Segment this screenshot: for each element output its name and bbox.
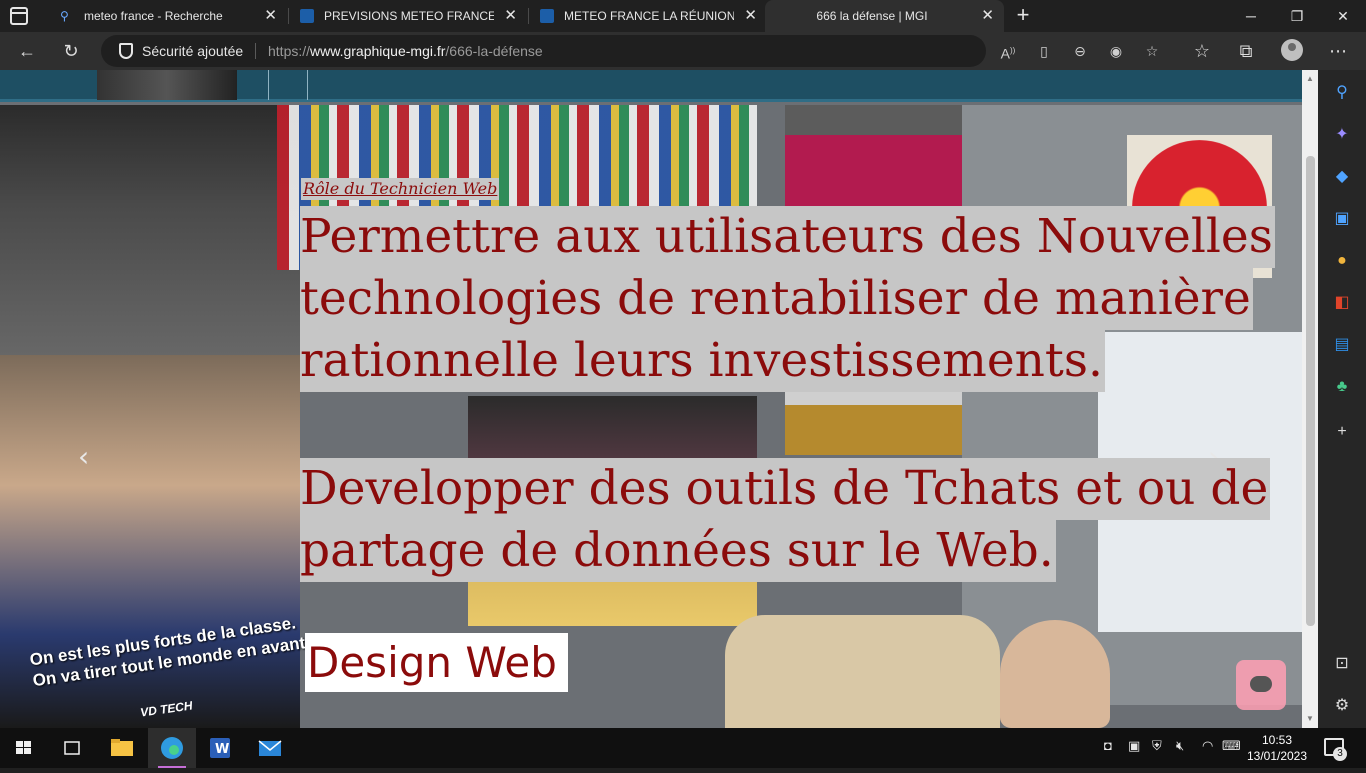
basket-photo	[725, 615, 1000, 728]
task-view-icon[interactable]	[48, 728, 96, 768]
word-icon[interactable]: W	[196, 728, 244, 768]
security-label[interactable]: Sécurité ajoutée	[142, 35, 243, 67]
drop-tree-icon[interactable]: ♣	[1330, 375, 1354, 399]
heading-tools: Developper des outils de Tchats et ou de…	[300, 458, 1271, 582]
clock-date: 13/01/2023	[1246, 749, 1308, 763]
volume-muted-icon[interactable]: 🔇︎	[1176, 738, 1184, 754]
meet-now-icon[interactable]: ◘	[1104, 738, 1112, 753]
scroll-up-icon[interactable]: ▲	[1305, 74, 1315, 83]
url-path: /666-la-défense	[445, 43, 543, 59]
heading-line: Developper des outils de Tchats et ou de	[300, 458, 1271, 520]
tab-title: meteo france - Recherche	[84, 9, 223, 23]
site-favicon-icon	[300, 9, 314, 23]
wifi-icon[interactable]: ◠	[1202, 738, 1213, 754]
browser-toolbar: ← ↻ Sécurité ajoutée https://www.graphiq…	[0, 32, 1366, 70]
system-clock[interactable]: 10:53 13/01/2023	[1232, 732, 1322, 764]
screen-capture-icon[interactable]: ▣	[1128, 738, 1140, 754]
heading-line: Permettre aux utilisateurs des Nouvelles	[300, 206, 1275, 268]
heading-line: technologies de rentabiliser de manière	[300, 268, 1253, 330]
favorites-icon[interactable]: ☆	[1189, 39, 1215, 63]
web-page: On est les plus forts de la classe. On v…	[0, 70, 1302, 728]
immersive-reader-icon[interactable]: ▯	[1033, 40, 1055, 62]
tab-bar: ⚲ meteo france - Recherche ✕ PREVISIONS …	[0, 0, 1366, 32]
task-view-glyph	[64, 741, 80, 755]
folder-icon	[111, 739, 133, 756]
search-icon: ⚲	[60, 9, 69, 23]
header-decoration	[268, 70, 308, 100]
heading-mission: Permettre aux utilisateurs des Nouvelles…	[300, 206, 1275, 392]
tab-title: PREVISIONS METEO FRANCE - Si	[324, 9, 494, 23]
heading-line: partage de données sur le Web.	[300, 520, 1056, 582]
address-bar[interactable]: Sécurité ajoutée https://www.graphique-m…	[101, 35, 1158, 67]
edge-browser-icon[interactable]	[148, 728, 196, 768]
mail-icon[interactable]	[246, 728, 294, 768]
heading-line: rationnelle leurs investissements.	[300, 330, 1105, 392]
settings-gear-icon[interactable]: ⚙	[1330, 694, 1354, 718]
tab-title: 666 la défense | MGI	[816, 9, 928, 23]
site-header	[0, 70, 1302, 102]
add-favorite-icon[interactable]: ☆	[1141, 40, 1163, 62]
envelope-icon	[258, 740, 282, 756]
section-kicker[interactable]: Rôle du Technicien Web	[301, 178, 500, 200]
close-tab-icon[interactable]: ✕	[264, 0, 277, 32]
tab-actions-icon[interactable]	[10, 7, 28, 25]
more-menu-icon[interactable]: ⋯	[1325, 39, 1351, 63]
close-tab-icon[interactable]: ✕	[504, 0, 517, 32]
windows-logo-icon	[16, 741, 31, 754]
search-icon[interactable]: ⚲	[1330, 81, 1354, 105]
divider	[255, 43, 256, 59]
url-text[interactable]: https://www.graphique-mgi.fr/666-la-défe…	[268, 35, 543, 67]
tab-meteo-recherche[interactable]: ⚲ meteo france - Recherche ✕	[48, 0, 287, 32]
copilot-sparkle-icon[interactable]: ✦	[1330, 123, 1354, 147]
add-icon[interactable]: +	[1330, 420, 1354, 444]
word-logo-icon: W	[210, 738, 230, 758]
notification-count-badge: 3	[1333, 747, 1347, 761]
windows-taskbar: W ◘ ▣ ⛨ 🔇︎ ◠ ⌨ 10:53 13/01/2023 3	[0, 728, 1366, 768]
zoom-out-icon[interactable]: ⊖	[1069, 40, 1091, 62]
url-host: www.graphique-mgi.fr	[310, 43, 446, 59]
shield-icon	[119, 43, 133, 59]
minimize-button[interactable]: ─	[1228, 0, 1274, 32]
split-screen-icon[interactable]: ⊡	[1330, 652, 1354, 676]
site-favicon-icon	[540, 9, 554, 23]
security-shield-icon[interactable]: ⛨	[1152, 738, 1162, 754]
shopping-tag-icon[interactable]: ◆	[1330, 165, 1354, 189]
tab-666-la-defense[interactable]: 666 la défense | MGI ✕	[765, 0, 1004, 32]
maximize-button[interactable]: ❐	[1274, 0, 1320, 32]
clock-time: 10:53	[1261, 733, 1293, 747]
close-tab-icon[interactable]: ✕	[744, 0, 757, 32]
office-icon[interactable]: ◧	[1330, 291, 1354, 315]
car-photo	[0, 105, 300, 355]
url-prefix: https://	[268, 43, 311, 59]
svg-text:W: W	[215, 742, 229, 757]
back-arrow-icon[interactable]: ←	[14, 39, 40, 63]
close-tab-icon[interactable]: ✕	[981, 0, 994, 32]
chat-bubble-icon[interactable]	[1236, 660, 1286, 710]
outlook-icon[interactable]: ▤	[1330, 333, 1354, 357]
tools-briefcase-icon[interactable]: ▣	[1330, 207, 1354, 231]
tab-previsions-meteo[interactable]: PREVISIONS METEO FRANCE - Si ✕	[288, 0, 527, 32]
close-window-button[interactable]: ✕	[1320, 0, 1366, 32]
file-explorer-icon[interactable]	[98, 728, 146, 768]
games-icon[interactable]: ●	[1330, 249, 1354, 273]
collections-icon[interactable]: ⧉	[1233, 39, 1259, 63]
edge-sidebar: ⚲ ✦ ◆ ▣ ● ◧ ▤ ♣ + ⊡ ⚙	[1318, 70, 1366, 728]
new-tab-button[interactable]: +	[1012, 4, 1034, 26]
slider-prev-arrow[interactable]: ‹	[78, 440, 89, 473]
profile-avatar-icon[interactable]	[1281, 39, 1303, 61]
scroll-thumb[interactable]	[1306, 156, 1315, 626]
page-scrollbar[interactable]: ▲ ▼	[1302, 70, 1318, 728]
teddy-bear-photo	[1000, 620, 1110, 728]
tab-meteo-reunion[interactable]: METEO FRANCE LA RÉUNION pa ✕	[528, 0, 767, 32]
scroll-down-icon[interactable]: ▼	[1305, 714, 1315, 723]
tab-title: METEO FRANCE LA RÉUNION pa	[564, 9, 734, 23]
windows-start-icon[interactable]	[0, 728, 48, 768]
edge-logo-icon	[161, 737, 183, 759]
design-web-label[interactable]: Design Web	[305, 633, 568, 692]
tracking-prevention-icon[interactable]: ◉	[1105, 40, 1127, 62]
refresh-icon[interactable]: ↻	[58, 39, 84, 63]
header-logo-image[interactable]	[97, 70, 237, 100]
read-aloud-icon[interactable]: A))	[997, 40, 1019, 62]
